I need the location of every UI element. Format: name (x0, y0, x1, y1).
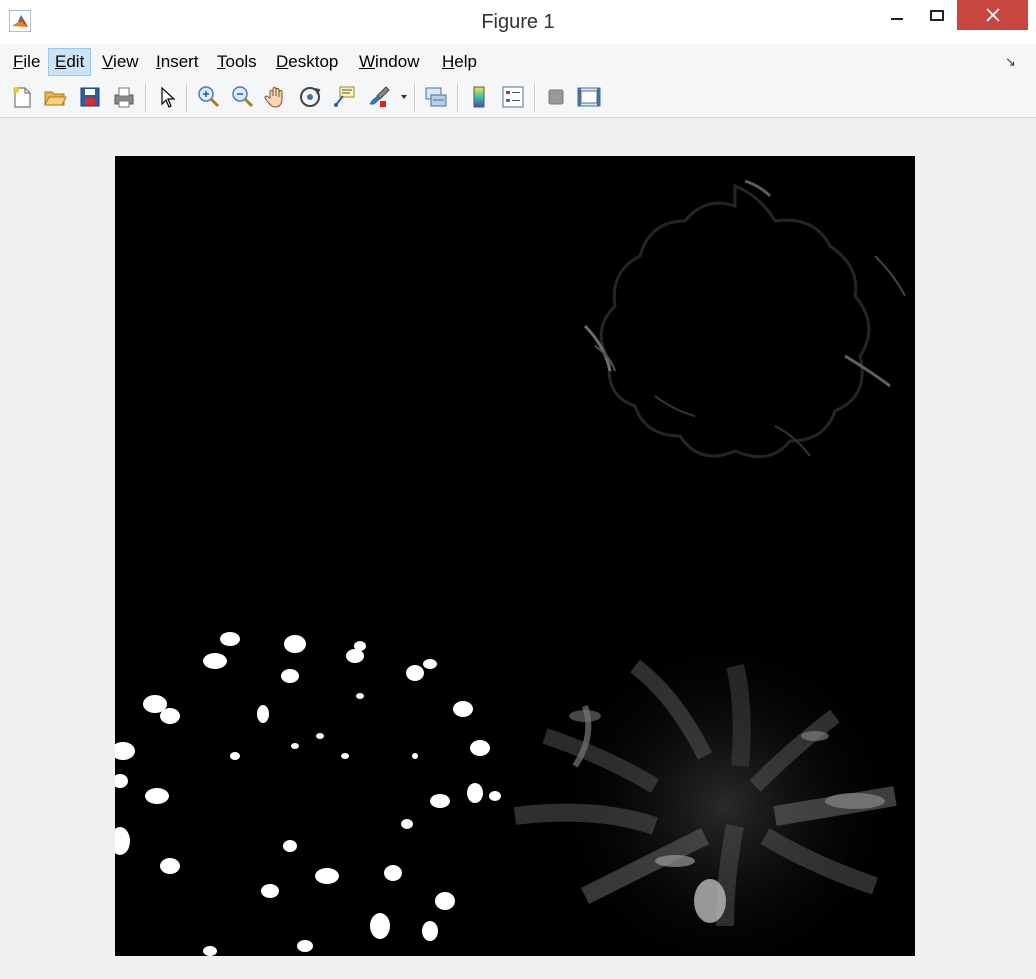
toolbar-separator (457, 84, 459, 112)
toolbar-separator (534, 84, 536, 112)
menu-window[interactable]: Window (353, 48, 425, 76)
pan-hand-icon[interactable] (263, 84, 289, 110)
menu-bar: File Edit View Insert Tools Desktop Wind… (0, 44, 1036, 80)
dock-arrow-icon[interactable]: ↘ (1005, 54, 1016, 70)
matlab-figure-window: Figure 1 File Edit View Insert Tools Des… (0, 0, 1036, 979)
new-figure-icon[interactable] (9, 84, 35, 110)
print-icon[interactable] (111, 84, 137, 110)
zoom-in-icon[interactable] (195, 84, 221, 110)
toolbar-separator (414, 84, 416, 112)
zoom-out-icon[interactable] (229, 84, 255, 110)
image-axes[interactable] (115, 156, 915, 956)
menu-edit[interactable]: Edit (48, 48, 92, 76)
link-plot-icon[interactable] (423, 84, 449, 110)
toolbar-separator (186, 84, 188, 112)
save-icon[interactable] (77, 84, 103, 110)
brush-dropdown-icon[interactable] (400, 93, 408, 101)
close-button[interactable] (957, 0, 1028, 30)
toolbar-separator (145, 84, 147, 112)
maximize-button[interactable] (914, 0, 960, 30)
maximize-icon (930, 9, 944, 21)
menu-insert[interactable]: Insert (150, 48, 205, 76)
insert-legend-icon[interactable] (500, 84, 526, 110)
close-icon (985, 8, 1000, 22)
figure-toolbar (0, 79, 1036, 118)
minimize-icon (891, 18, 903, 20)
menu-help[interactable]: Help (436, 48, 483, 76)
open-file-icon[interactable] (42, 84, 68, 110)
menu-desktop[interactable]: Desktop (270, 48, 344, 76)
menu-view[interactable]: View (96, 48, 145, 76)
show-plot-tools-icon[interactable] (576, 84, 602, 110)
edit-plot-arrow-icon[interactable] (154, 84, 180, 110)
menu-file[interactable]: File (7, 48, 46, 76)
brush-icon[interactable] (366, 84, 392, 110)
rotate-3d-icon[interactable] (297, 84, 323, 110)
hide-plot-tools-icon[interactable] (543, 84, 569, 110)
grayscale-image (115, 156, 915, 956)
data-cursor-icon[interactable] (331, 84, 357, 110)
menu-tools[interactable]: Tools (211, 48, 263, 76)
title-bar: Figure 1 (0, 0, 1036, 44)
insert-colorbar-icon[interactable] (466, 84, 492, 110)
